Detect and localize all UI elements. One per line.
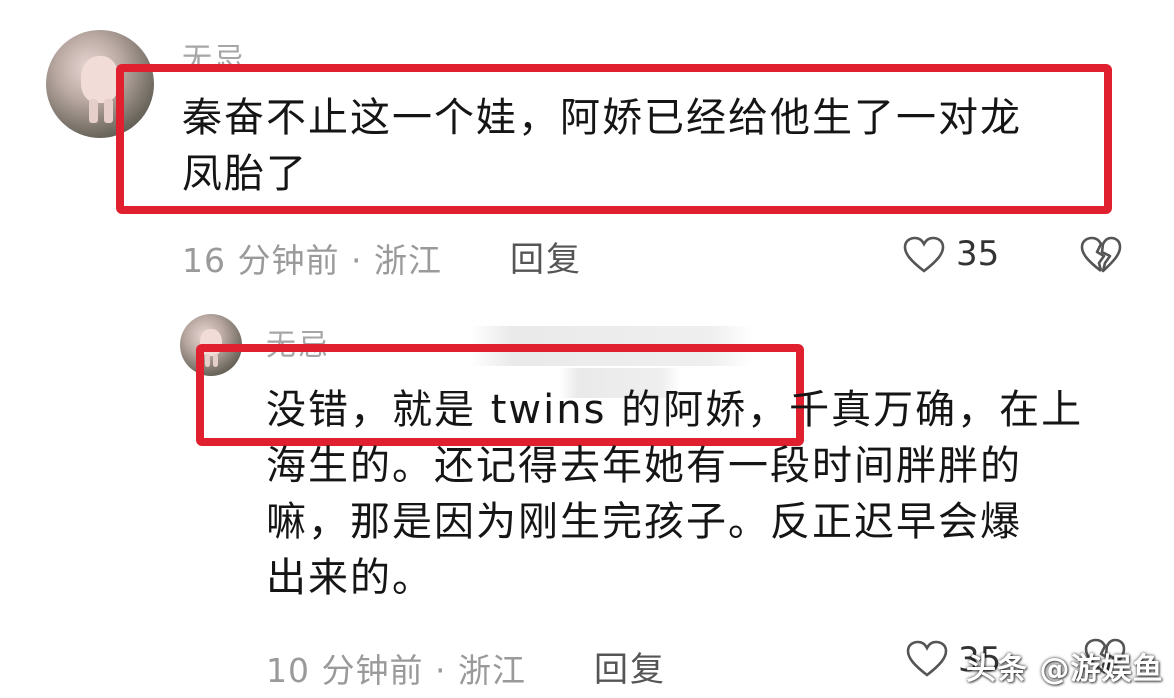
- heart-icon[interactable]: [903, 236, 945, 274]
- comment-text-line: 海生的。还记得去年她有一段时间胖胖的: [266, 443, 1022, 489]
- comment-text-line: 凤胎了: [182, 151, 308, 197]
- comment-text-line: 没错，就是 twins 的阿娇，千真万确，在上: [266, 387, 1084, 433]
- watermark: 头条 @游娱鱼: [966, 652, 1164, 687]
- comment-text-line: 秦奋不止这一个娃，阿娇已经给他生了一对龙: [182, 95, 1022, 141]
- broken-heart-icon[interactable]: [1080, 236, 1122, 274]
- comment-text: 秦奋不止这一个娃，阿娇已经给他生了一对龙 凤胎了: [182, 90, 1112, 202]
- comment-text: 没错，就是 twins 的阿娇，千真万确，在上 海生的。还记得去年她有一段时间胖…: [266, 382, 1126, 606]
- comment-meta: 10 分钟前 · 浙江: [266, 651, 526, 690]
- comment-text-line: 嘛，那是因为刚生完孩子。反正迟早会爆: [266, 499, 1022, 545]
- comment-text-line: 出来的。: [266, 555, 434, 601]
- reply-button[interactable]: 回复: [510, 232, 582, 281]
- like-count: 35: [956, 234, 1000, 274]
- comment-meta: 16 分钟前 · 浙江: [182, 241, 442, 280]
- reply-button[interactable]: 回复: [594, 642, 666, 691]
- heart-icon[interactable]: [906, 640, 948, 678]
- pig-avatar-figure: [80, 55, 120, 104]
